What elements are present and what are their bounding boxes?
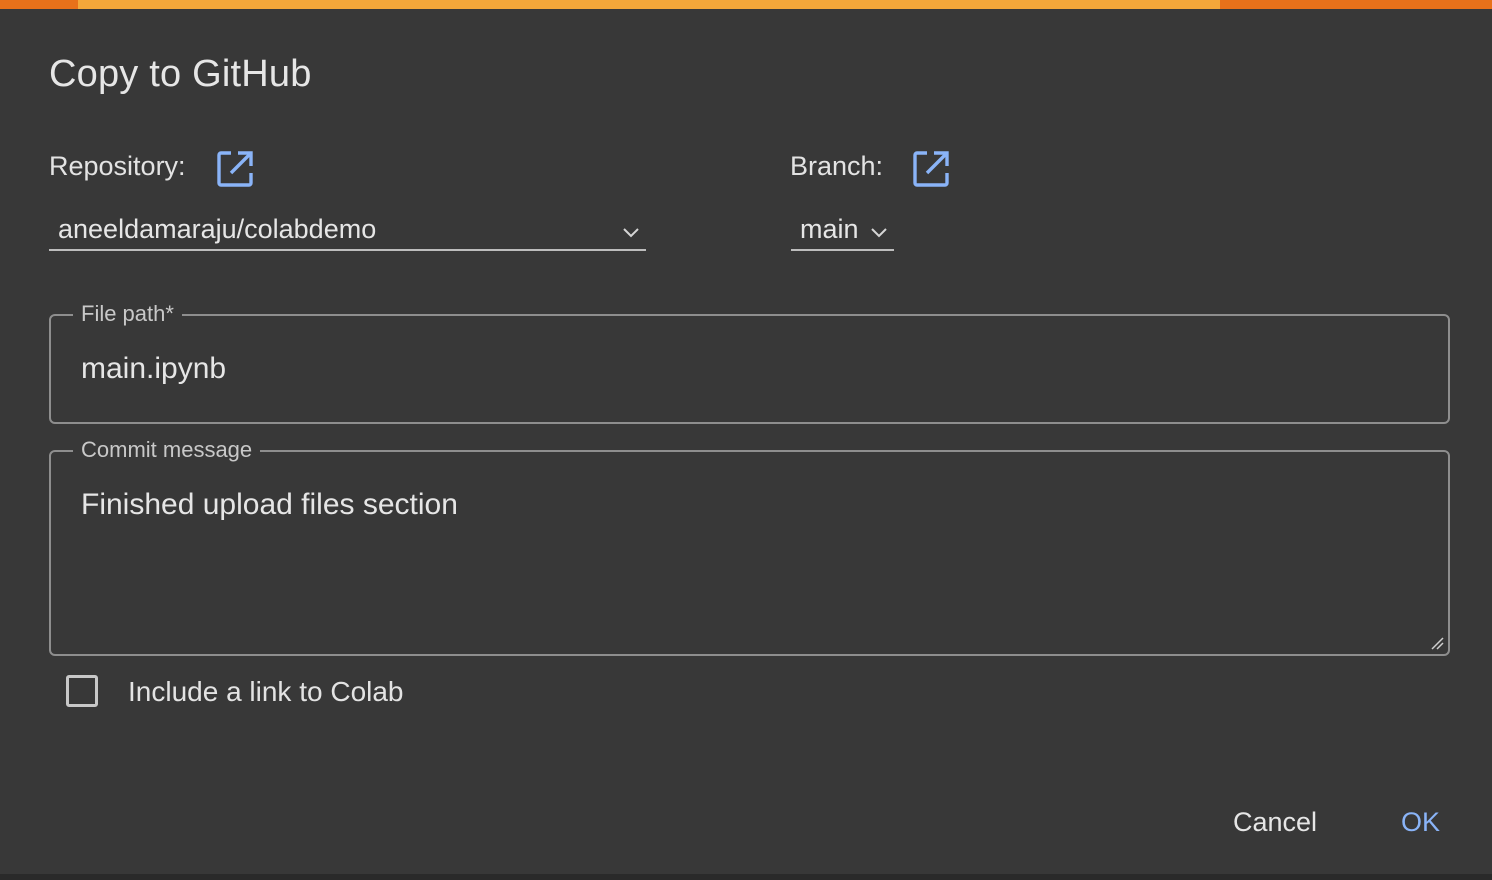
commit-message-label: Commit message <box>73 435 261 465</box>
commit-message-field[interactable]: Commit message Finished upload files sec… <box>49 435 1450 656</box>
repository-open-in-new-icon[interactable] <box>215 149 255 189</box>
ok-button[interactable]: OK <box>1401 804 1440 840</box>
branch-label: Branch: <box>790 151 884 181</box>
include-link-label[interactable]: Include a link to Colab <box>128 676 404 708</box>
repository-select-value: aneeldamaraju/colabdemo <box>58 214 377 244</box>
dialog-bottom-edge <box>0 874 1492 880</box>
repository-select[interactable]: aneeldamaraju/colabdemo <box>49 209 646 251</box>
accent-bar <box>0 0 1492 9</box>
resize-grip-icon[interactable] <box>1430 636 1444 650</box>
chevron-down-icon <box>869 219 889 239</box>
cancel-button[interactable]: Cancel <box>1233 804 1317 840</box>
file-path-field[interactable]: File path* main.ipynb <box>49 299 1450 424</box>
dialog-title: Copy to GitHub <box>49 53 312 95</box>
copy-to-github-dialog: Copy to GitHub Repository: aneeldamaraju… <box>0 0 1492 880</box>
chevron-down-icon <box>621 219 641 239</box>
commit-message-textarea[interactable]: Finished upload files section <box>81 488 458 522</box>
accent-bar-segment <box>0 0 78 9</box>
file-path-input[interactable]: main.ipynb <box>81 352 226 386</box>
accent-bar-segment <box>78 0 1220 9</box>
include-link-checkbox[interactable] <box>66 675 98 707</box>
branch-select[interactable]: main <box>791 209 894 251</box>
repository-label: Repository: <box>49 151 186 181</box>
branch-select-value: main <box>800 214 859 244</box>
accent-bar-segment <box>1220 0 1492 9</box>
file-path-label: File path* <box>73 299 182 329</box>
branch-open-in-new-icon[interactable] <box>911 149 951 189</box>
